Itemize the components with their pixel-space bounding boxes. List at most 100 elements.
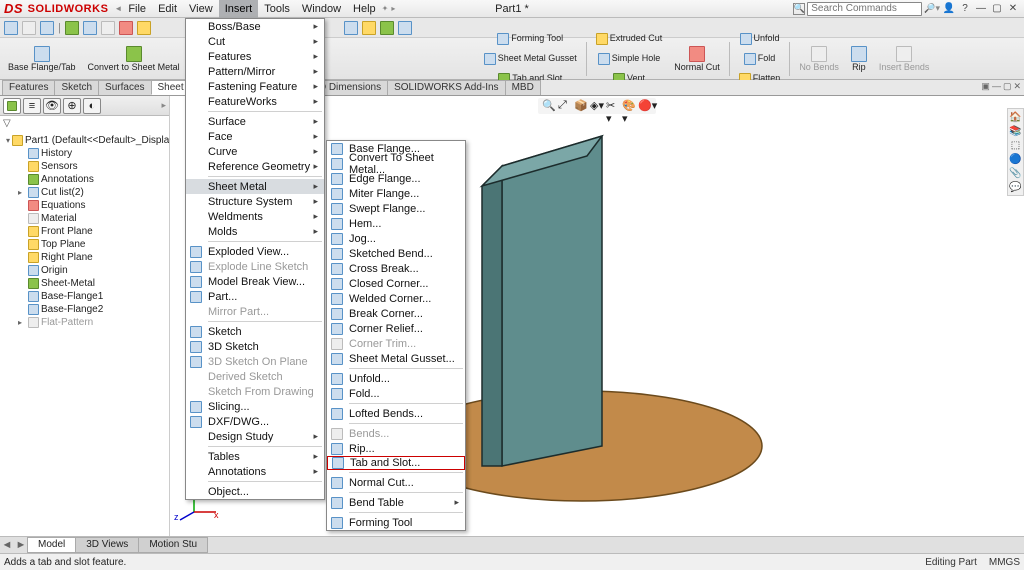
tree-item[interactable]: Sheet-Metal — [41, 277, 95, 290]
sheetmetal-item[interactable]: Break Corner... — [327, 306, 465, 321]
sub-close-icon[interactable]: ✕ — [1013, 81, 1021, 92]
sub-expand-icon[interactable]: ▣ — [981, 81, 990, 92]
base-flange-button[interactable]: Base Flange/Tab — [2, 39, 82, 79]
sheetmetal-item[interactable]: Tab and Slot... — [327, 456, 465, 470]
status-units[interactable]: MMGS — [989, 557, 1020, 568]
insert-menu[interactable]: Boss/BaseCutFeaturesPattern/MirrorFasten… — [185, 18, 325, 500]
insert-item[interactable]: 3D Sketch — [186, 339, 324, 354]
insert-item[interactable]: Fastening Feature — [186, 79, 324, 94]
minimize-icon[interactable]: — — [974, 2, 988, 16]
zoom-fit-icon[interactable]: 🔍 — [542, 99, 556, 113]
menu-view[interactable]: View — [183, 0, 219, 18]
insert-item[interactable]: Part... — [186, 289, 324, 304]
tree-item[interactable]: Material — [41, 212, 77, 225]
tab-mbd[interactable]: MBD — [505, 80, 541, 95]
normal-cut-button[interactable]: Normal Cut — [668, 39, 726, 79]
tree-item[interactable]: Right Plane — [41, 251, 93, 264]
tree-collapse-icon[interactable]: ▸ — [161, 100, 166, 111]
home-icon[interactable]: 🏠 — [1009, 110, 1022, 124]
insert-item[interactable]: FeatureWorks — [186, 94, 324, 109]
sheet-metal-submenu[interactable]: Base Flange...Convert To Sheet Metal...E… — [326, 140, 466, 531]
sheetmetal-item[interactable]: Fold... — [327, 386, 465, 401]
sheetmetal-item[interactable]: Welded Corner... — [327, 291, 465, 306]
scroll-left-icon[interactable]: ◄ — [0, 539, 14, 551]
sheetmetal-item[interactable]: Unfold... — [327, 371, 465, 386]
insert-item[interactable]: Weldments — [186, 209, 324, 224]
help-icon[interactable]: ? — [958, 2, 972, 16]
appearance-icon[interactable]: 🔴▾ — [638, 99, 652, 113]
qc-icon[interactable] — [380, 21, 394, 35]
zoom-area-icon[interactable]: ⤢ — [558, 99, 572, 113]
insert-item[interactable]: Cut — [186, 34, 324, 49]
menu-file[interactable]: File — [122, 0, 152, 18]
tab-sketch[interactable]: Sketch — [54, 80, 99, 95]
tree-item[interactable]: Origin — [41, 264, 68, 277]
menu-insert[interactable]: Insert — [219, 0, 259, 18]
sheetmetal-item[interactable]: Miter Flange... — [327, 186, 465, 201]
rip-button[interactable]: Rip — [845, 39, 873, 79]
sheetmetal-item[interactable]: Bend Table — [327, 495, 465, 510]
qd-icon[interactable] — [398, 21, 412, 35]
extruded-cut-button[interactable]: Extruded Cut — [590, 29, 669, 49]
tree-root[interactable]: Part1 (Default<<Default>_Display Sta — [25, 134, 169, 147]
sheetmetal-item[interactable]: Swept Flange... — [327, 201, 465, 216]
save-icon[interactable] — [40, 21, 54, 35]
menu-help[interactable]: Help — [347, 0, 382, 18]
display-style-icon[interactable]: ◈▾ — [590, 99, 604, 113]
tree-item[interactable]: Base-Flange2 — [41, 303, 103, 316]
tree-item[interactable]: Top Plane — [41, 238, 85, 251]
simple-hole-button[interactable]: Simple Hole — [590, 49, 669, 69]
sheetmetal-item[interactable]: Hem... — [327, 216, 465, 231]
tab-solidworks-add-ins[interactable]: SOLIDWORKS Add-Ins — [387, 80, 505, 95]
tree-tab-fm[interactable] — [3, 98, 21, 114]
sheetmetal-item[interactable]: Rip... — [327, 441, 465, 456]
tree-tab-dim[interactable]: ⊕ — [63, 98, 81, 114]
insert-item[interactable]: Object... — [186, 484, 324, 499]
redo-icon[interactable] — [101, 21, 115, 35]
tree-item[interactable]: History — [41, 147, 72, 160]
insert-item[interactable]: Sketch — [186, 324, 324, 339]
tab-surfaces[interactable]: Surfaces — [98, 80, 151, 95]
sheetmetal-item[interactable]: Edge Flange... — [327, 171, 465, 186]
tree-item[interactable]: Annotations — [41, 173, 94, 186]
sheetmetal-item[interactable]: Forming Tool — [327, 515, 465, 530]
convert-sheet-metal-button[interactable]: Convert to Sheet Metal — [82, 39, 186, 79]
scene-icon[interactable]: 🎨▾ — [622, 99, 636, 113]
insert-bends-button[interactable]: Insert Bends — [873, 39, 936, 79]
search-input[interactable] — [807, 2, 922, 16]
tree-item[interactable]: Front Plane — [41, 225, 93, 238]
insert-item[interactable]: Molds — [186, 224, 324, 239]
bottom-tab-model[interactable]: Model — [27, 537, 76, 553]
view-orient-icon[interactable]: 📦 — [574, 99, 588, 113]
user-icon[interactable]: 👤 — [942, 2, 956, 16]
bottom-tab-motion[interactable]: Motion Stu — [138, 537, 208, 553]
tree-tab-config[interactable]: ≡ — [23, 98, 41, 114]
insert-item[interactable]: Tables — [186, 449, 324, 464]
insert-item[interactable]: Exploded View... — [186, 244, 324, 259]
bottom-tab-3dviews[interactable]: 3D Views — [75, 537, 139, 553]
insert-item[interactable]: Features — [186, 49, 324, 64]
menu-tools[interactable]: Tools — [258, 0, 296, 18]
sheetmetal-item[interactable]: Sheet Metal Gusset... — [327, 351, 465, 366]
sheetmetal-item[interactable]: Closed Corner... — [327, 276, 465, 291]
sheetmetal-item[interactable]: Sketched Bend... — [327, 246, 465, 261]
sheetmetal-item[interactable]: Lofted Bends... — [327, 406, 465, 421]
gusset-button[interactable]: Sheet Metal Gusset — [478, 49, 583, 69]
undo-icon[interactable] — [83, 21, 97, 35]
tree-item[interactable]: Flat-Pattern — [41, 316, 93, 329]
sheetmetal-item[interactable]: Convert To Sheet Metal... — [327, 156, 465, 171]
qa-icon[interactable] — [344, 21, 358, 35]
tree-tab-display[interactable]: ◐ — [83, 98, 101, 114]
qb-icon[interactable] — [362, 21, 376, 35]
tree-tab-eye[interactable]: 👁 — [43, 98, 61, 114]
open-icon[interactable] — [22, 21, 36, 35]
scroll-right-icon[interactable]: ► — [14, 539, 28, 551]
maximize-icon[interactable]: ▢ — [990, 2, 1004, 16]
appear-icon[interactable]: 🔵 — [1009, 152, 1022, 166]
sheetmetal-item[interactable]: Corner Relief... — [327, 321, 465, 336]
no-bends-button[interactable]: No Bends — [793, 39, 845, 79]
insert-item[interactable]: Reference Geometry — [186, 159, 324, 174]
insert-item[interactable]: Sheet Metal — [186, 179, 324, 194]
sub-max-icon[interactable]: ▢ — [1003, 81, 1012, 92]
insert-item[interactable]: Structure System — [186, 194, 324, 209]
